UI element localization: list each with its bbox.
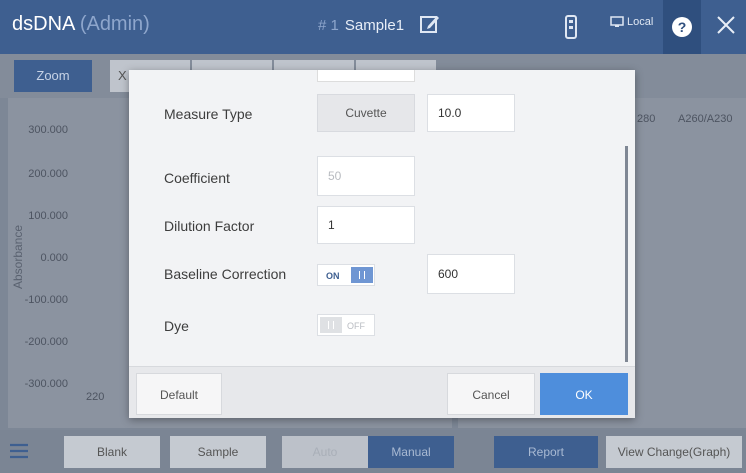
toggle-knob xyxy=(320,317,342,333)
dilution-factor-field[interactable]: 1 xyxy=(317,206,415,244)
y-tick: -100.000 xyxy=(24,294,68,306)
sample-number: # 1 xyxy=(318,17,339,34)
y-axis-label: Absorbance xyxy=(11,224,26,290)
cuvette-button[interactable]: Cuvette xyxy=(317,94,415,132)
y-tick: 200.000 xyxy=(28,168,68,180)
manual-mode-button[interactable]: Manual xyxy=(368,436,454,468)
connection-label: Local xyxy=(627,16,654,28)
baseline-correction-label: Baseline Correction xyxy=(164,266,287,282)
cancel-button[interactable]: Cancel xyxy=(447,373,535,415)
edit-icon[interactable] xyxy=(419,13,441,35)
close-icon[interactable] xyxy=(714,13,738,37)
toggle-on-label: ON xyxy=(326,271,340,281)
baseline-wavelength-field[interactable]: 600 xyxy=(427,254,515,294)
x-tick: 220 xyxy=(86,391,105,403)
y-tick: -200.000 xyxy=(24,336,68,348)
monitor-icon xyxy=(610,16,624,28)
menu-icon[interactable] xyxy=(8,440,30,462)
auto-mode-button[interactable]: Auto xyxy=(282,436,368,468)
help-icon: ? xyxy=(672,17,692,37)
baseline-correction-toggle[interactable]: ON xyxy=(317,264,375,286)
sample-button[interactable]: Sample xyxy=(170,436,266,468)
ok-button[interactable]: OK xyxy=(540,373,628,415)
y-tick: -300.000 xyxy=(24,378,68,390)
table-column-header: 280 xyxy=(637,113,656,125)
zoom-button[interactable]: Zoom xyxy=(14,60,92,92)
table-column-header: A260/A230 xyxy=(678,113,733,125)
dialog-scrollbar[interactable] xyxy=(625,146,628,362)
scrolled-field[interactable] xyxy=(317,70,415,82)
toggle-off-label: OFF xyxy=(347,321,365,331)
help-button[interactable]: ? xyxy=(663,0,701,54)
dye-label: Dye xyxy=(164,318,189,334)
default-button[interactable]: Default xyxy=(136,373,222,415)
report-button[interactable]: Report xyxy=(494,436,598,468)
toggle-knob xyxy=(351,267,373,283)
svg-text:?: ? xyxy=(678,19,687,35)
title-bar: dsDNA (Admin) # 1 Sample1 Local ? xyxy=(0,0,746,54)
measurement-settings-dialog: Measure Type Cuvette 10.0 Coefficient 50… xyxy=(129,70,635,418)
coefficient-field[interactable]: 50 xyxy=(317,156,415,196)
coefficient-label: Coefficient xyxy=(164,170,230,186)
role-label: (Admin) xyxy=(79,13,150,35)
sample-name: Sample1 xyxy=(344,17,405,34)
dilution-factor-label: Dilution Factor xyxy=(164,218,255,234)
connection-button[interactable]: Local xyxy=(610,16,653,28)
y-tick: 0.000 xyxy=(40,252,68,264)
dye-toggle[interactable]: OFF xyxy=(317,314,375,336)
y-tick: 300.000 xyxy=(28,124,68,136)
app-name: dsDNA xyxy=(12,13,75,35)
sample-title: # 1 Sample1 xyxy=(318,17,404,34)
blank-button[interactable]: Blank xyxy=(64,436,160,468)
bottom-bar: Blank Sample Auto Manual Report View Cha… xyxy=(0,430,746,473)
usb-icon xyxy=(565,15,577,39)
measure-type-label: Measure Type xyxy=(164,106,253,122)
y-tick: 100.000 xyxy=(28,210,68,222)
path-length-field[interactable]: 10.0 xyxy=(427,94,515,132)
view-change-button[interactable]: View Change(Graph) xyxy=(606,436,742,468)
app-title: dsDNA (Admin) xyxy=(12,13,150,36)
dialog-footer: Default Cancel OK xyxy=(129,366,635,418)
